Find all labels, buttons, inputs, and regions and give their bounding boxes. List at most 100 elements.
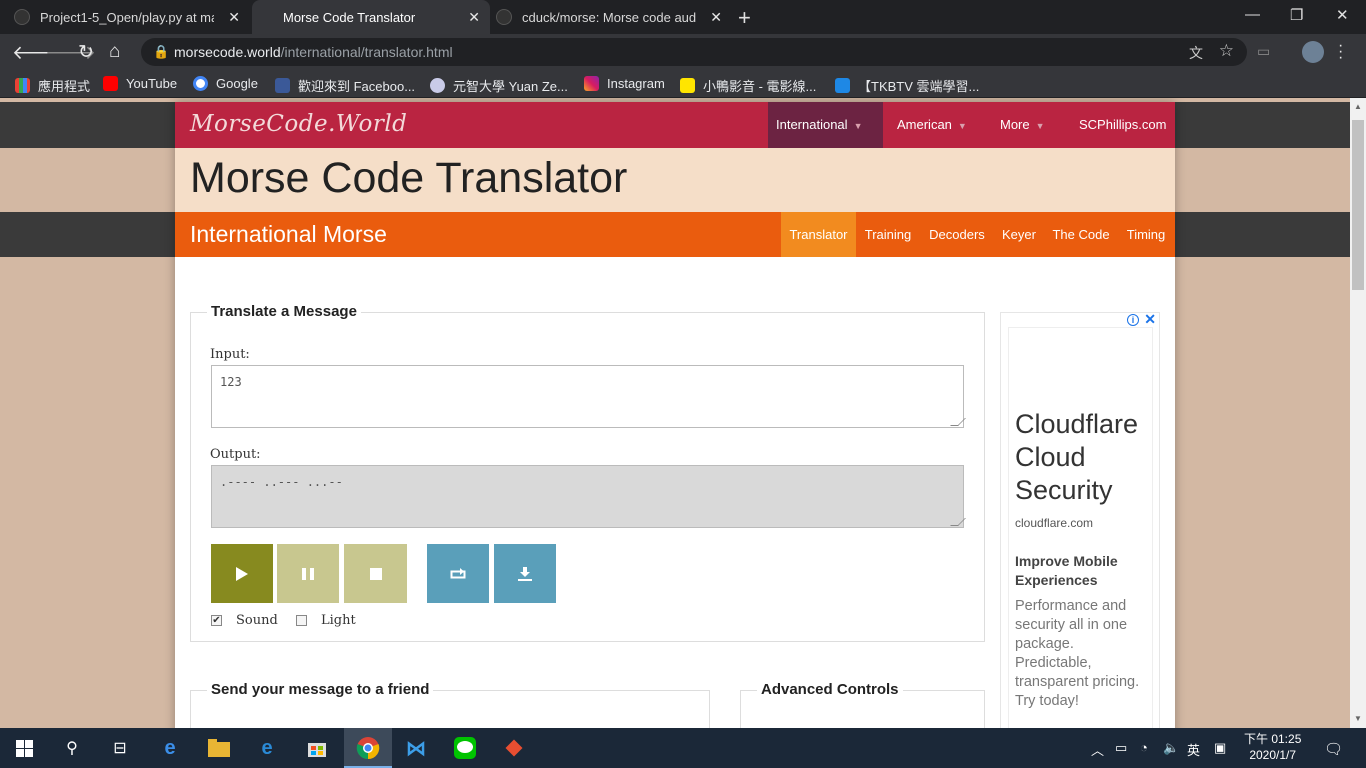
ime-mode-icon[interactable]: ▣ (1214, 740, 1226, 756)
tab-keyer[interactable]: Keyer (999, 212, 1039, 257)
vscode-icon[interactable]: ⋈ (404, 736, 428, 760)
windows-start-icon[interactable] (12, 736, 36, 760)
bookmark-tkbtv[interactable]: 【TKBTV 雲端學習... (835, 76, 979, 95)
translate-icon[interactable]: 文 (1189, 43, 1203, 63)
nav-scphillips[interactable]: SCPhillips.com (1079, 102, 1166, 148)
sound-label: Sound (236, 613, 278, 628)
bookmark-facebook[interactable]: 歡迎來到 Faceboo... (275, 76, 415, 95)
close-tab-icon[interactable]: ✕ (468, 9, 480, 26)
volume-icon[interactable]: 🔈 (1163, 740, 1179, 756)
tab-decoders[interactable]: Decoders (925, 212, 989, 257)
notification-icon[interactable]: 🗨 (1324, 740, 1343, 758)
wifi-icon[interactable]: ◔ (1140, 740, 1148, 755)
bookmark-instagram[interactable]: Instagram (584, 76, 665, 91)
chrome-icon (356, 737, 380, 760)
resize-grip-icon[interactable] (950, 518, 966, 526)
tkbtv-icon (835, 78, 850, 93)
file-explorer-icon[interactable] (207, 736, 231, 760)
nav-american[interactable]: American ▼ (897, 102, 967, 148)
stop-button[interactable] (344, 544, 407, 603)
restore-icon[interactable]: ❐ (1290, 6, 1303, 24)
browser-tab-bar: Project1-5_Open/play.py at ma ✕ Morse Co… (0, 0, 1366, 34)
caret-down-icon: ▼ (1035, 121, 1045, 131)
sound-checkbox[interactable]: ✔ (211, 615, 222, 626)
advanced-legend: Advanced Controls (757, 681, 903, 698)
internet-explorer-icon[interactable]: e (255, 736, 279, 760)
ad-close-icon[interactable]: ✕ (1144, 311, 1156, 328)
nav-more[interactable]: More ▼ (1000, 102, 1045, 148)
line-icon[interactable] (453, 736, 477, 760)
reload-icon[interactable]: ↻ (78, 41, 94, 64)
section-title: International Morse (190, 221, 387, 247)
chrome-menu-icon[interactable]: · · · (1338, 38, 1343, 66)
light-checkbox[interactable] (296, 615, 307, 626)
tab-training[interactable]: Training (859, 212, 917, 257)
home-icon[interactable]: ⌂ (109, 41, 120, 63)
bookmark-star-icon[interactable]: ☆ (1219, 41, 1234, 61)
address-bar[interactable]: 🔒 morsecode.world/international/translat… (141, 38, 1247, 66)
edge-icon[interactable]: e (158, 736, 182, 760)
site-logo[interactable]: MorseCode.World (190, 111, 407, 137)
repeat-button[interactable] (427, 544, 489, 603)
output-text: .---- ..--- ...-- (220, 475, 343, 489)
tab-the-code[interactable]: The Code (1050, 212, 1112, 257)
translate-panel: Translate a Message Input: 123 Output: .… (190, 303, 985, 642)
browser-tab-active[interactable]: Morse Code Translator ✕ (252, 0, 490, 34)
window-close-icon[interactable]: ✕ (1336, 6, 1349, 24)
nav-international[interactable]: International ▼ (768, 102, 883, 148)
profile-avatar[interactable] (1302, 41, 1324, 63)
task-view-icon[interactable]: ⊟ (108, 736, 132, 760)
new-tab-icon[interactable]: + (738, 5, 751, 31)
scroll-up-icon[interactable]: ▲ (1354, 102, 1362, 111)
scroll-thumb[interactable] (1352, 120, 1364, 290)
ad-subhead: Improve Mobile Experiences (1015, 553, 1118, 588)
caret-down-icon: ▼ (853, 121, 863, 131)
stop-icon (369, 567, 382, 580)
tab-title: cduck/morse: Morse code audi (522, 9, 696, 25)
url-text: morsecode.world/international/translator… (174, 44, 453, 60)
github-icon (496, 9, 512, 25)
page-title: Morse Code Translator (190, 154, 628, 202)
browser-tab[interactable]: Project1-5_Open/play.py at ma ✕ (14, 0, 250, 34)
tray-expand-icon[interactable]: ︿ (1091, 740, 1104, 759)
google-icon (193, 76, 208, 91)
close-tab-icon[interactable]: ✕ (228, 9, 240, 26)
bookmark-youtube[interactable]: YouTube (103, 76, 177, 91)
yzu-logo-icon (430, 78, 445, 93)
bookmark-duck-video[interactable]: 小鴨影音 - 電影線... (680, 76, 816, 95)
browser-tab[interactable]: cduck/morse: Morse code audi ✕ (496, 0, 732, 34)
section-navigation: International Morse Translator Training … (175, 212, 1175, 257)
system-clock[interactable]: 下午 01:25 2020/1/7 (1244, 731, 1301, 763)
youtube-icon (103, 76, 118, 91)
light-option[interactable]: Light (296, 613, 356, 628)
chrome-taskbar-item[interactable] (344, 728, 392, 768)
git-icon[interactable] (502, 736, 526, 760)
search-icon[interactable]: ⚲ (60, 736, 84, 760)
bookmark-apps[interactable]: 應用程式 (15, 76, 90, 95)
tab-translator[interactable]: Translator (781, 212, 856, 257)
ad-info-icon[interactable]: i (1127, 314, 1139, 326)
tab-title: Morse Code Translator (283, 9, 416, 25)
extension-icon[interactable]: ▭ (1257, 43, 1270, 60)
pause-button[interactable] (277, 544, 339, 603)
scroll-down-icon[interactable]: ▼ (1354, 714, 1362, 723)
download-button[interactable] (494, 544, 556, 603)
output-textarea[interactable]: .---- ..--- ...-- (211, 465, 966, 528)
minimize-icon[interactable]: — (1245, 6, 1260, 23)
page-scrollbar[interactable]: ▲ ▼ (1350, 98, 1366, 728)
ad-headline[interactable]: Cloudflare Cloud Security (1015, 408, 1155, 507)
store-icon[interactable] (305, 736, 329, 760)
close-tab-icon[interactable]: ✕ (710, 9, 722, 26)
sound-option[interactable]: ✔ Sound (211, 613, 278, 628)
bookmark-google[interactable]: Google (193, 76, 258, 91)
play-icon (236, 566, 248, 581)
ime-indicator[interactable]: 英 (1187, 740, 1200, 759)
input-textarea[interactable]: 123 (211, 365, 966, 428)
advertisement[interactable]: i ✕ Cloudflare Cloud Security cloudflare… (1000, 311, 1160, 728)
bookmark-yzu[interactable]: 元智大學 Yuan Ze... (430, 76, 568, 95)
tab-timing[interactable]: Timing (1123, 212, 1169, 257)
input-text: 123 (220, 375, 242, 389)
power-icon[interactable]: ▭ (1115, 740, 1127, 756)
resize-grip-icon[interactable] (950, 418, 966, 426)
play-button[interactable] (211, 544, 273, 603)
